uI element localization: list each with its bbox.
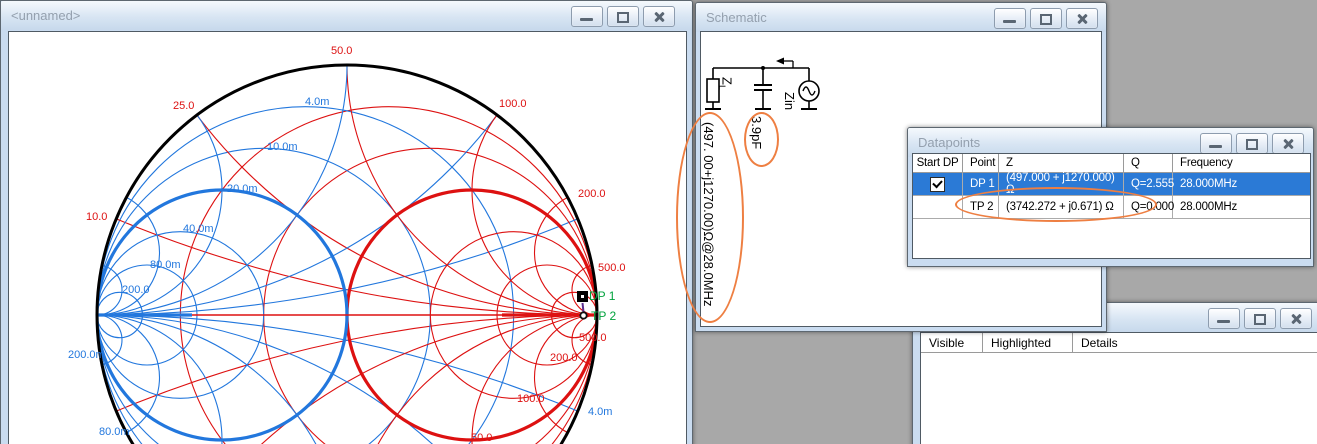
close-icon bbox=[1076, 13, 1088, 25]
maximize-button[interactable] bbox=[1244, 308, 1276, 329]
column-header[interactable]: Details bbox=[1073, 333, 1317, 352]
table-cell: 28.000MHz bbox=[1173, 196, 1310, 218]
maximize-icon bbox=[1254, 314, 1266, 325]
smith-chart-canvas[interactable]: 50.025.010.0100.0200.0500.0500.0200.0100… bbox=[8, 31, 687, 444]
close-icon bbox=[653, 11, 665, 23]
zin-arrowhead-icon bbox=[776, 58, 784, 65]
close-button[interactable] bbox=[1272, 133, 1304, 154]
minimize-icon bbox=[1217, 320, 1230, 323]
maximize-button[interactable] bbox=[1030, 8, 1062, 29]
datapoints-table: Start DPPointZQFrequency DP 1(497.000 + … bbox=[913, 154, 1310, 258]
datapoints-window-content: Start DPPointZQFrequency DP 1(497.000 + … bbox=[912, 153, 1311, 259]
column-header[interactable]: Z bbox=[999, 154, 1124, 172]
datapoints-window-title: Datapoints bbox=[918, 135, 980, 150]
minimize-icon bbox=[1209, 145, 1222, 148]
details-table-header-row: VisibleHighlightedDetails bbox=[921, 333, 1317, 353]
close-button[interactable] bbox=[1066, 8, 1098, 29]
chart-window-controls bbox=[571, 6, 675, 27]
table-cell: TP 2 bbox=[963, 196, 999, 218]
start-dp-cell[interactable] bbox=[913, 173, 963, 195]
column-header[interactable]: Highlighted bbox=[983, 333, 1073, 352]
details-table: VisibleHighlightedDetails bbox=[921, 333, 1317, 444]
minimize-icon bbox=[580, 18, 593, 21]
close-button[interactable] bbox=[1280, 308, 1312, 329]
schematic-window-controls bbox=[994, 8, 1098, 29]
column-header[interactable]: Start DP bbox=[913, 154, 963, 172]
maximize-icon bbox=[1246, 139, 1258, 150]
maximize-icon bbox=[1040, 14, 1052, 25]
load-impedance-label: (497. 00+j1270.00)Ω@28.0MHz bbox=[701, 122, 716, 306]
close-icon bbox=[1282, 138, 1294, 150]
table-cell: (497.000 + j1270.000) Ω bbox=[999, 173, 1124, 195]
datapoint-row[interactable]: TP 2(3742.272 + j0.671) ΩQ=0.00028.000MH… bbox=[913, 196, 1310, 219]
minimize-button[interactable] bbox=[994, 8, 1026, 29]
datapoint-row[interactable]: DP 1(497.000 + j1270.000) ΩQ=2.55528.000… bbox=[913, 173, 1310, 196]
start-dp-checkbox[interactable] bbox=[930, 177, 945, 192]
column-header[interactable]: Point bbox=[963, 154, 999, 172]
column-header[interactable]: Visible bbox=[921, 333, 983, 352]
start-dp-cell[interactable] bbox=[913, 196, 963, 218]
chart-window-titlebar[interactable]: <unnamed> bbox=[1, 1, 692, 30]
datapoints-window-controls bbox=[1200, 133, 1304, 154]
capacitor-value-label: 3.9pF bbox=[749, 116, 764, 149]
zin-label: Zin bbox=[782, 92, 797, 110]
table-cell: 28.000MHz bbox=[1173, 173, 1310, 195]
datapoints-table-header-row: Start DPPointZQFrequency bbox=[913, 154, 1310, 173]
table-cell: (3742.272 + j0.671) Ω bbox=[999, 196, 1124, 218]
details-window-controls bbox=[1208, 308, 1312, 329]
schematic-window-titlebar[interactable]: Schematic bbox=[696, 3, 1106, 32]
smith-chart-window: <unnamed> 50.025.010.0100.0200.0500.0500… bbox=[0, 0, 693, 444]
minimize-icon bbox=[1003, 20, 1016, 23]
smith-chart-svg bbox=[9, 32, 686, 444]
column-header[interactable]: Frequency bbox=[1173, 154, 1310, 172]
mdi-workspace: <unnamed> 50.025.010.0100.0200.0500.0500… bbox=[0, 0, 1317, 444]
datapoints-window: Datapoints Start DPPointZQFrequency DP 1… bbox=[907, 127, 1314, 267]
chart-window-title: <unnamed> bbox=[11, 8, 80, 23]
minimize-button[interactable] bbox=[571, 6, 603, 27]
maximize-button[interactable] bbox=[1236, 133, 1268, 154]
datapoints-table-body: DP 1(497.000 + j1270.000) ΩQ=2.55528.000… bbox=[913, 173, 1310, 219]
details-window-content: VisibleHighlightedDetails bbox=[920, 332, 1317, 444]
column-header[interactable]: Q bbox=[1124, 154, 1173, 172]
maximize-button[interactable] bbox=[607, 6, 639, 27]
close-icon bbox=[1290, 313, 1302, 325]
sine-icon bbox=[803, 87, 815, 95]
close-button[interactable] bbox=[643, 6, 675, 27]
minimize-button[interactable] bbox=[1200, 133, 1232, 154]
minimize-button[interactable] bbox=[1208, 308, 1240, 329]
maximize-icon bbox=[617, 12, 629, 23]
load-label: ZL bbox=[717, 77, 735, 90]
table-cell: Q=0.000 bbox=[1124, 196, 1173, 218]
table-cell: DP 1 bbox=[963, 173, 999, 195]
table-cell: Q=2.555 bbox=[1124, 173, 1173, 195]
schematic-window-title: Schematic bbox=[706, 10, 767, 25]
